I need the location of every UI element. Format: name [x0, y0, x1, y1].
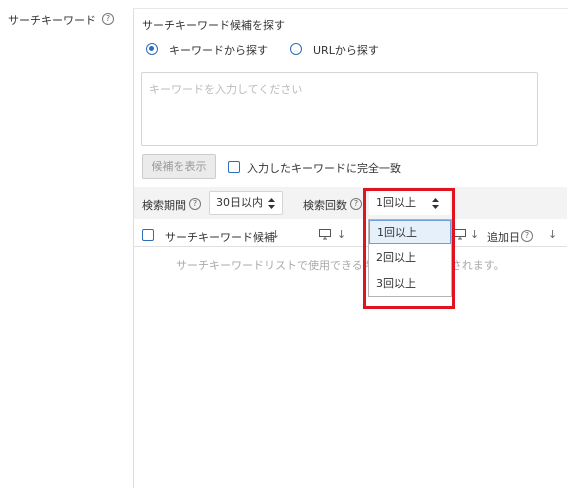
- highlight-box: [363, 188, 455, 309]
- col-keyword-header[interactable]: サーチキーワード候補: [165, 229, 275, 245]
- period-select[interactable]: 30日以内: [209, 191, 283, 215]
- radio-url-label[interactable]: URLから探す: [313, 42, 379, 58]
- sort-down-icon[interactable]: ↓: [470, 228, 479, 241]
- exact-match-label: 入力したキーワードに完全一致: [247, 162, 401, 175]
- field-label: サーチキーワード: [8, 14, 96, 27]
- period-label: 検索期間: [142, 199, 186, 212]
- period-help-icon[interactable]: ?: [189, 198, 201, 210]
- sort-down-icon[interactable]: ↓: [548, 228, 557, 241]
- help-icon[interactable]: ?: [102, 13, 114, 25]
- updown-icon: [268, 198, 275, 209]
- period-select-value: 30日以内: [216, 196, 263, 209]
- radio-keyword[interactable]: [146, 43, 158, 55]
- count-help-icon[interactable]: ?: [350, 198, 362, 210]
- count-label: 検索回数: [303, 199, 347, 212]
- col-added-date-header[interactable]: 追加日: [487, 229, 520, 245]
- keyword-textarea-placeholder: キーワードを入力してください: [149, 83, 303, 96]
- select-all-checkbox[interactable]: [142, 229, 154, 241]
- added-date-help-icon[interactable]: ?: [521, 230, 533, 242]
- empty-message: サーチキーワードリストで使用できるキーワードが表示されます。: [176, 259, 505, 272]
- monitor-icon: [454, 229, 466, 240]
- radio-keyword-label[interactable]: キーワードから探す: [169, 42, 268, 58]
- show-candidates-button[interactable]: 候補を表示: [142, 154, 216, 179]
- radio-url[interactable]: [290, 43, 302, 55]
- keyword-textarea[interactable]: キーワードを入力してください: [141, 72, 538, 146]
- sort-down-icon[interactable]: ↓: [337, 228, 346, 241]
- monitor-icon: [319, 229, 331, 240]
- panel-title: サーチキーワード候補を探す: [142, 19, 285, 32]
- exact-match-checkbox[interactable]: [228, 161, 240, 173]
- sort-down-icon[interactable]: ↓: [271, 228, 280, 241]
